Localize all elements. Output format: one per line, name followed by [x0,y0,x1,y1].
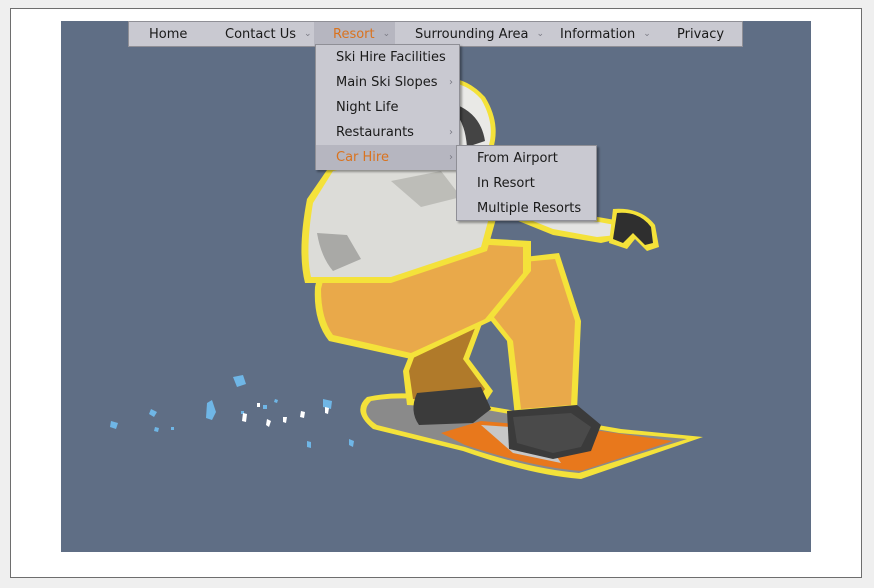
submenu-item-ski-hire-facilities[interactable]: Ski Hire Facilities [316,45,459,70]
menu-item-label: Privacy [677,26,725,42]
submenu-item-from-airport[interactable]: From Airport [457,146,596,171]
menu-item-home[interactable]: Home [129,22,213,46]
submenu-item-main-ski-slopes[interactable]: Main Ski Slopes › [316,70,459,95]
menu-item-contact-us[interactable]: Contact Us ⌄ [213,22,314,46]
menu-item-information[interactable]: Information ⌄ [545,22,659,46]
submenu-item-label: Main Ski Slopes [336,75,438,90]
menu-item-label: Contact Us [225,26,296,42]
chevron-down-icon: ⌄ [382,29,391,39]
submenu-item-label: Multiple Resorts [477,201,582,216]
submenu-item-multiple-resorts[interactable]: Multiple Resorts [457,196,596,221]
chevron-right-icon: › [449,77,453,88]
submenu-item-restaurants[interactable]: Restaurants › [316,120,459,145]
submenu-item-label: Ski Hire Facilities [336,50,446,65]
submenu-item-in-resort[interactable]: In Resort [457,171,596,196]
chevron-down-icon: ⌄ [304,29,312,39]
submenu-item-car-hire[interactable]: Car Hire › [316,145,459,170]
menu-item-label: Surrounding Area [415,26,529,42]
submenu-item-night-life[interactable]: Night Life [316,95,459,120]
menu-item-label: Information [560,26,636,42]
submenu-item-label: Car Hire [336,150,389,165]
submenu-item-label: From Airport [477,151,558,166]
resort-submenu: Ski Hire Facilities Main Ski Slopes › Ni… [315,44,460,170]
submenu-item-label: Night Life [336,100,399,115]
car-hire-submenu: From Airport In Resort Multiple Resorts [456,145,597,221]
submenu-item-label: In Resort [477,176,535,191]
menu-item-privacy[interactable]: Privacy [659,22,742,46]
menu-item-surrounding-area[interactable]: Surrounding Area ⌄ [395,22,545,46]
menu-item-resort[interactable]: Resort ⌄ [314,22,395,46]
chevron-right-icon: › [449,127,453,138]
menu-item-label: Resort [333,26,375,42]
submenu-item-label: Restaurants [336,125,414,140]
chevron-down-icon: ⌄ [536,29,545,39]
chevron-down-icon: ⌄ [643,29,651,39]
menu-item-label: Home [149,26,188,42]
chevron-right-icon: › [449,152,453,163]
